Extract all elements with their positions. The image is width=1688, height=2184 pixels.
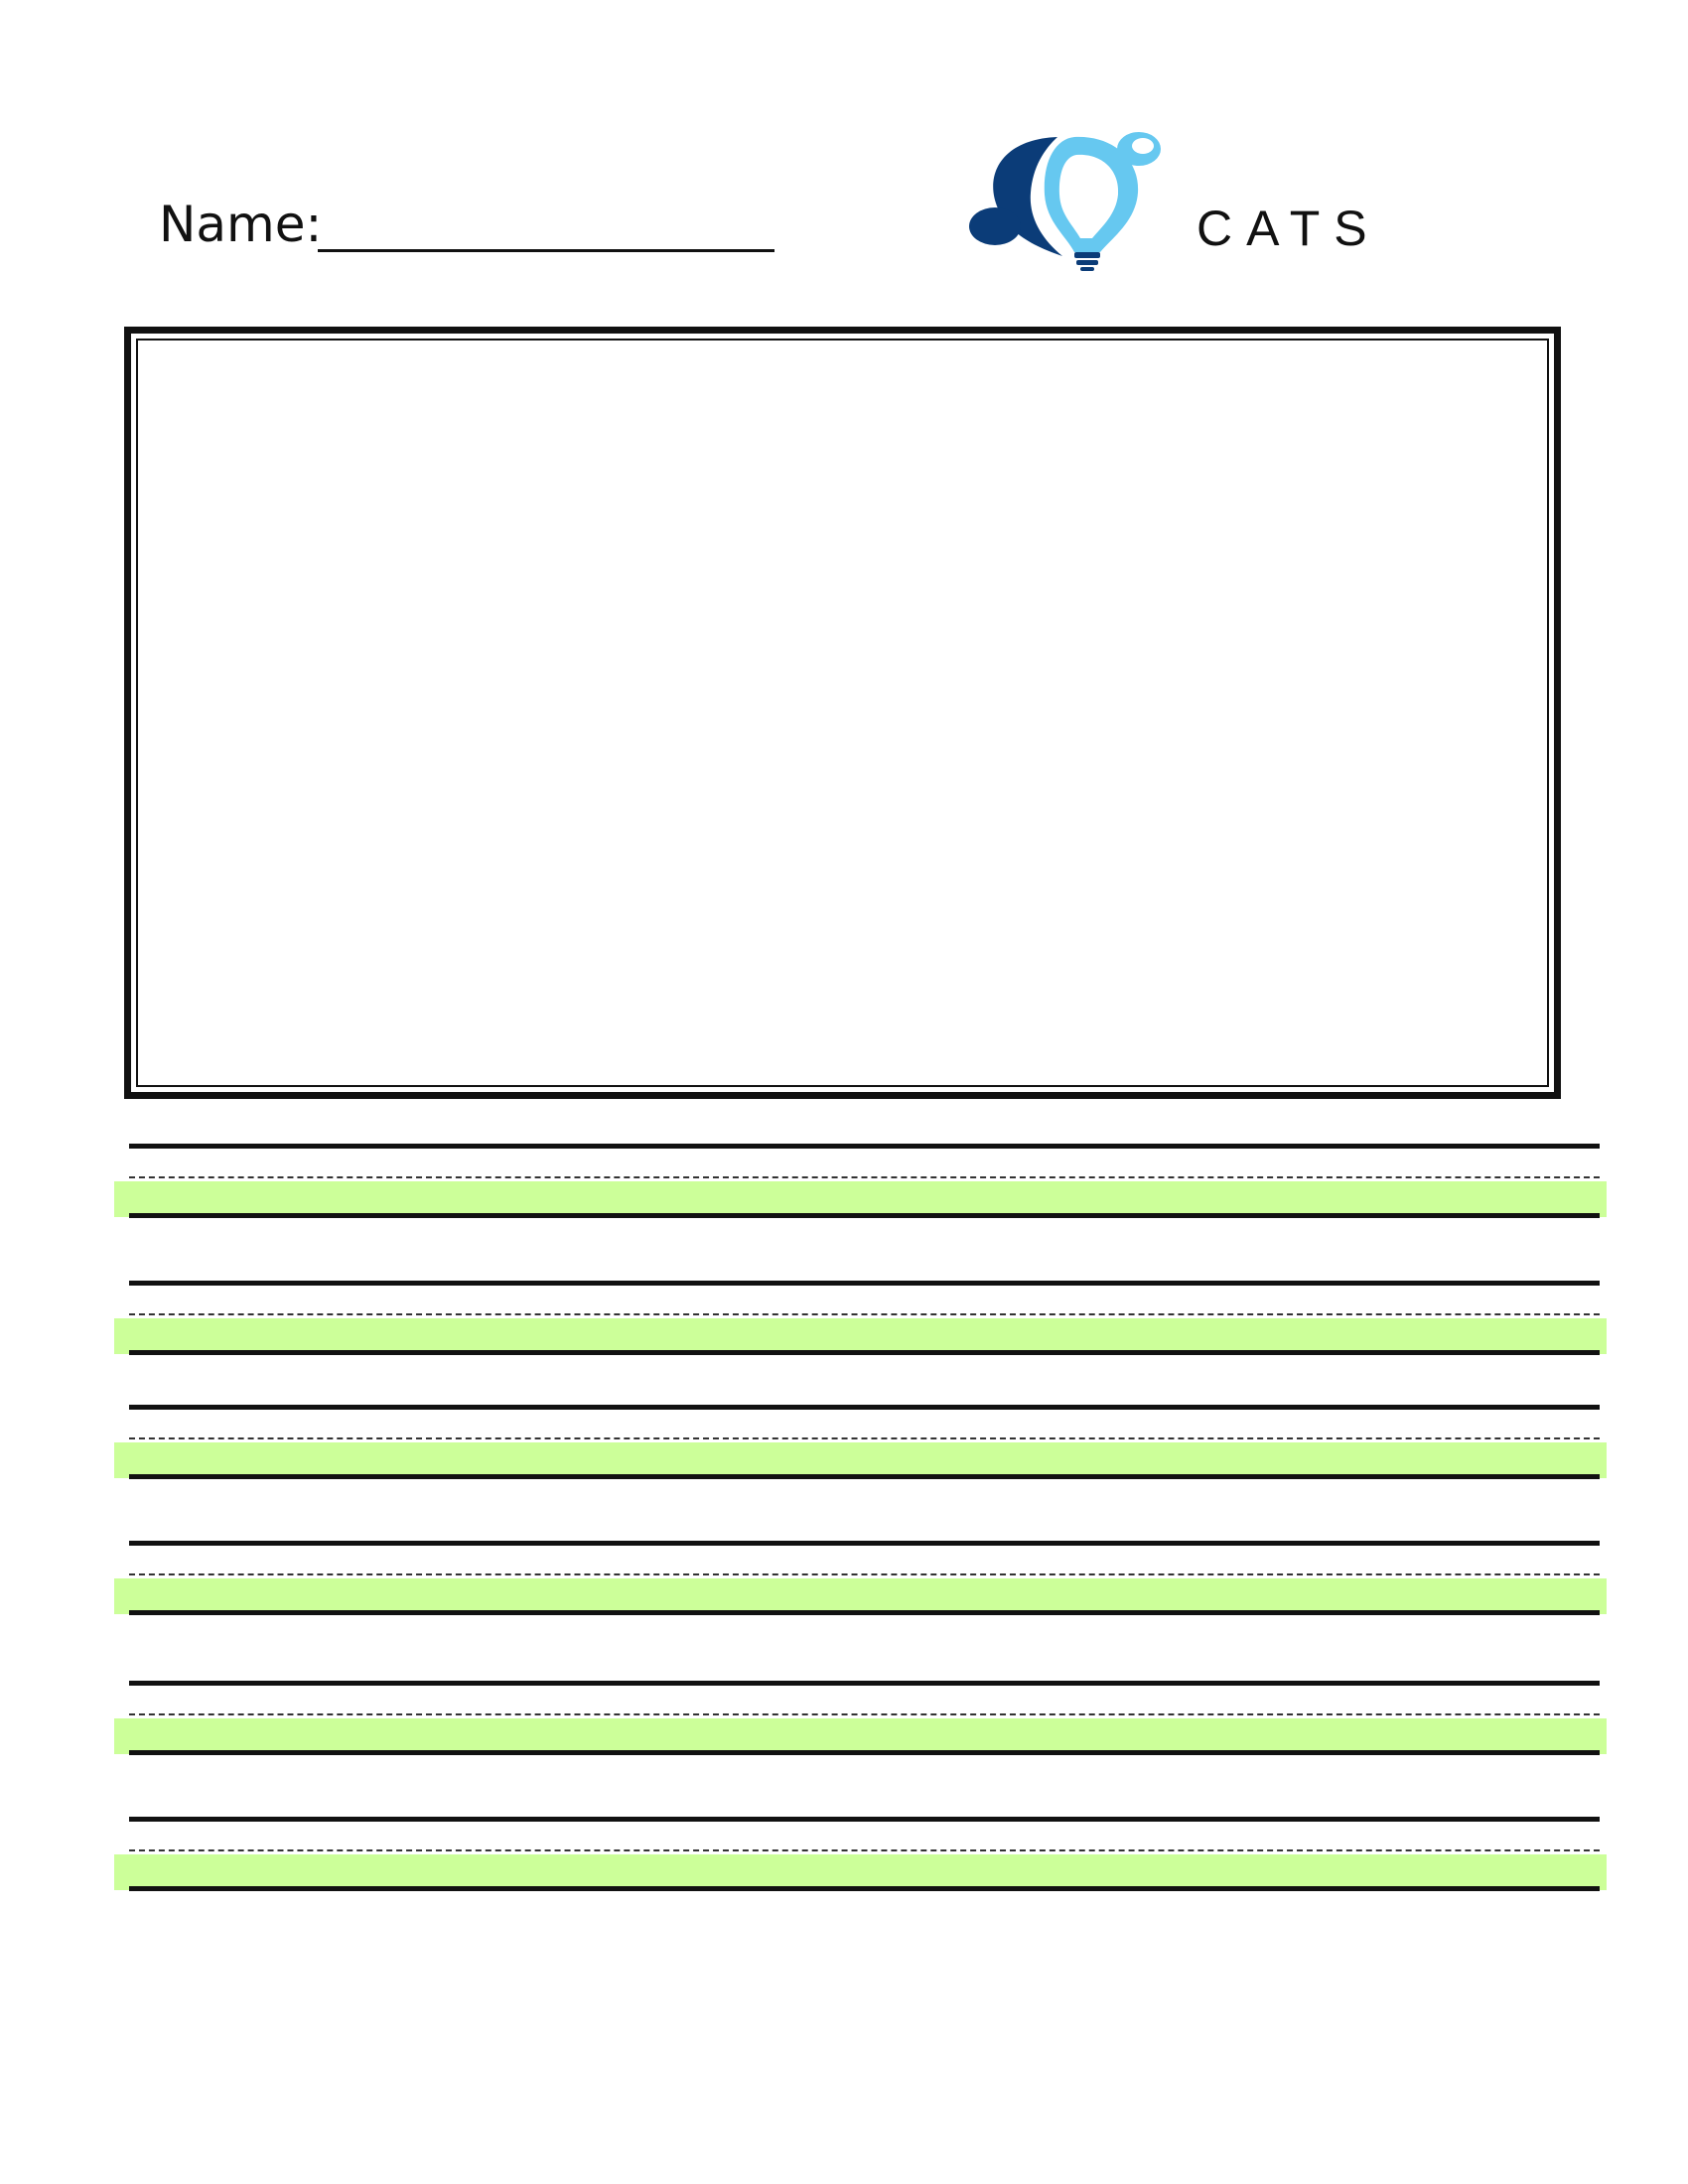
dashed-midline [129,1713,1600,1715]
green-band [114,1318,1607,1354]
dashed-midline [129,1176,1600,1178]
dashed-midline [129,1313,1600,1315]
top-rule [129,1281,1600,1286]
base-rule [129,1474,1600,1479]
writing-area [0,0,1688,2184]
writing-line-3[interactable] [114,1405,1607,1484]
green-band [114,1442,1607,1478]
top-rule [129,1817,1600,1822]
dashed-midline [129,1849,1600,1851]
base-rule [129,1886,1600,1891]
green-band [114,1854,1607,1890]
base-rule [129,1750,1600,1755]
dashed-midline [129,1437,1600,1439]
writing-line-1[interactable] [114,1144,1607,1223]
base-rule [129,1350,1600,1355]
top-rule [129,1405,1600,1410]
green-band [114,1578,1607,1614]
dashed-midline [129,1573,1600,1575]
writing-line-4[interactable] [114,1541,1607,1620]
writing-line-5[interactable] [114,1681,1607,1760]
base-rule [129,1610,1600,1615]
top-rule [129,1681,1600,1686]
green-band [114,1718,1607,1754]
top-rule [129,1541,1600,1546]
writing-line-2[interactable] [114,1281,1607,1360]
green-band [114,1181,1607,1217]
writing-line-6[interactable] [114,1817,1607,1896]
top-rule [129,1144,1600,1149]
base-rule [129,1213,1600,1218]
